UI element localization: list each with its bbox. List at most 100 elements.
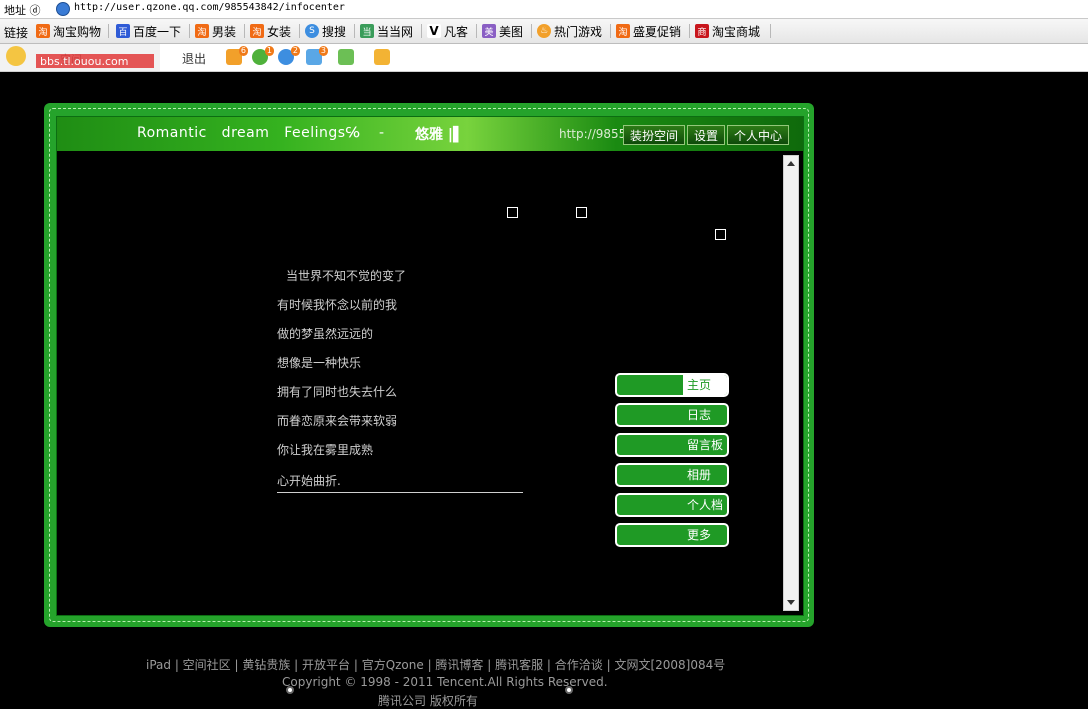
link-vancl[interactable]: V 凡客	[427, 22, 468, 40]
link-tmall[interactable]: 商 淘宝商城	[695, 22, 760, 40]
decorate-space-button[interactable]: 装扮空间	[623, 125, 685, 145]
message-icon[interactable]: 6	[226, 46, 248, 65]
link-soso[interactable]: S 搜搜	[305, 22, 346, 40]
link-meitu[interactable]: 美 美图	[482, 22, 523, 40]
photo-icon[interactable]: 3	[306, 46, 328, 65]
soso-icon: S	[305, 24, 319, 38]
vertical-scrollbar[interactable]	[783, 155, 799, 611]
link-menswear[interactable]: 淘 男装	[195, 22, 236, 40]
divider	[421, 24, 422, 38]
address-label: 地址 ⓓ	[4, 4, 41, 17]
link-taobao[interactable]: 淘 淘宝购物	[36, 22, 101, 40]
divider	[610, 24, 611, 38]
footer-dot-icon	[565, 686, 573, 694]
page-favicon-icon	[56, 2, 70, 16]
link-baidu[interactable]: 百 百度一下	[116, 22, 181, 40]
nav-more[interactable]: 更多	[615, 523, 729, 547]
nav-label: 日志	[687, 408, 712, 422]
link-label: 当当网	[377, 24, 414, 39]
placeholder-box[interactable]	[507, 207, 518, 218]
globe-badge: 2	[290, 46, 300, 56]
link-label: 盛夏促销	[633, 24, 682, 39]
nav-label: 个人档	[687, 498, 724, 512]
watermark-stamp: bbs.tl.ouou.com	[36, 54, 154, 68]
space-content: Romantic dream Feelings℅ - 悠雅 |▌ http://…	[56, 116, 804, 616]
link-label: 热门游戏	[554, 24, 603, 39]
link-label: 百度一下	[133, 24, 182, 39]
link-womenswear[interactable]: 淘 女装	[250, 22, 291, 40]
baidu-icon: 百	[116, 24, 130, 38]
clover-badge: 1	[264, 46, 274, 56]
profile-center-button[interactable]: 个人中心	[727, 125, 789, 145]
scroll-down-icon[interactable]	[787, 600, 795, 605]
divider	[299, 24, 300, 38]
link-label: 男装	[212, 24, 237, 39]
address-bar: 地址 ⓓ http://user.qzone.qq.com/985543842/…	[0, 0, 1088, 19]
nav-home[interactable]: 主页	[615, 373, 729, 397]
nav-profile[interactable]: 个人档	[615, 493, 729, 517]
title-separator: -	[379, 125, 385, 141]
tmall-icon: 商	[695, 24, 709, 38]
space-header: Romantic dream Feelings℅ - 悠雅 |▌ http://…	[57, 117, 803, 151]
divider	[476, 24, 477, 38]
footer-rights: 腾讯公司 版权所有	[378, 694, 478, 708]
taobao-icon: 淘	[616, 24, 630, 38]
arrow-icon[interactable]	[338, 49, 354, 65]
poem-line: 拥有了同时也失去什么	[277, 385, 398, 399]
scroll-up-icon[interactable]	[787, 161, 795, 166]
divider	[354, 24, 355, 38]
link-label: 淘宝购物	[53, 24, 102, 39]
qzone-logo[interactable]: 空间 bbs.tl.ouou.com	[0, 44, 160, 71]
divider	[244, 24, 245, 38]
divider	[189, 24, 190, 38]
nav-album[interactable]: 相册	[615, 463, 729, 487]
message-badge: 6	[238, 46, 248, 56]
nav-label: 相册	[687, 468, 712, 482]
link-label: 女装	[267, 24, 292, 39]
link-label: 美图	[499, 24, 524, 39]
space-title: Romantic dream Feelings℅	[137, 125, 361, 141]
divider	[689, 24, 690, 38]
link-hot-games[interactable]: ♨ 热门游戏	[537, 22, 602, 40]
link-label: 凡客	[444, 24, 469, 39]
poem-line: 而眷恋原来会带来软弱	[277, 414, 398, 428]
space-nickname: 悠雅 |▌	[415, 127, 464, 143]
poem-line: 当世界不知不觉的变了	[286, 269, 407, 283]
poem-underline	[277, 492, 523, 493]
nav-blog[interactable]: 日志	[615, 403, 729, 427]
poem-line: 想像是一种快乐	[277, 356, 362, 370]
footer-dot-icon	[286, 686, 294, 694]
links-label: 链接	[4, 26, 29, 40]
poem-line: 心开始曲折.	[277, 474, 341, 488]
link-summer-sale[interactable]: 淘 盛夏促销	[616, 22, 681, 40]
watermark-text: bbs.tl.ouou.com	[40, 55, 129, 68]
address-url[interactable]: http://user.qzone.qq.com/985543842/infoc…	[74, 2, 345, 13]
link-label: 搜搜	[322, 24, 347, 39]
links-toolbar: 链接 淘 淘宝购物 百 百度一下 淘 男装 淘 女装 S 搜搜 当 当当网 V …	[0, 19, 1088, 44]
clover-icon[interactable]: 1	[252, 46, 274, 65]
nav-label: 主页	[687, 378, 712, 392]
divider	[108, 24, 109, 38]
settings-button[interactable]: 设置	[687, 125, 725, 145]
qzone-star-icon	[6, 46, 26, 66]
meitu-icon: 美	[482, 24, 496, 38]
nav-label: 更多	[687, 528, 712, 542]
divider	[531, 24, 532, 38]
footer-links[interactable]: iPad | 空间社区 | 黄钻贵族 | 开放平台 | 官方Qzone | 腾讯…	[146, 656, 725, 673]
note-edit-icon[interactable]	[374, 49, 390, 65]
placeholder-box[interactable]	[715, 229, 726, 240]
taobao-icon: 淘	[250, 24, 264, 38]
poem-line: 有时候我怀念以前的我	[277, 298, 398, 312]
footer-copyright: Copyright © 1998 - 2011 Tencent.All Righ…	[282, 675, 608, 689]
logout-link[interactable]: 退出	[182, 50, 206, 67]
nav-guestbook[interactable]: 留言板	[615, 433, 729, 457]
space-url[interactable]: http://985543842.qzone.qq.com	[559, 127, 625, 141]
poem-line: 做的梦虽然远远的	[277, 327, 374, 341]
poem-line: 你让我在雾里成熟	[277, 443, 374, 457]
photo-badge: 3	[318, 46, 328, 56]
nav-label: 留言板	[687, 438, 724, 452]
globe-icon[interactable]: 2	[278, 46, 300, 65]
taobao-icon: 淘	[36, 24, 50, 38]
link-dangdang[interactable]: 当 当当网	[360, 22, 413, 40]
placeholder-box[interactable]	[576, 207, 587, 218]
